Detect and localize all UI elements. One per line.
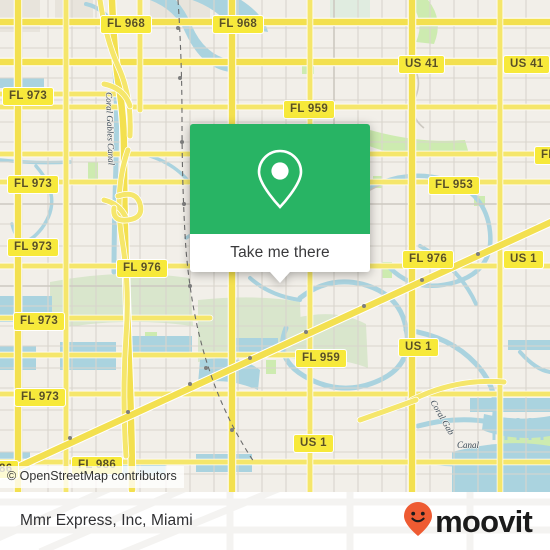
- place-popup-card[interactable]: Take me there: [190, 124, 370, 283]
- osm-attribution[interactable]: © OpenStreetMap contributors: [0, 466, 184, 488]
- road-shield: US 1: [398, 338, 439, 357]
- road-shield: FL 953: [428, 176, 481, 195]
- road-shield: FL 976: [402, 250, 455, 269]
- road-shield: FL 968: [212, 15, 265, 34]
- take-me-there-label: Take me there: [230, 244, 330, 261]
- moovit-wordmark: moovit: [435, 503, 533, 539]
- place-title-text: Mmr Express, Inc, Miami: [20, 512, 193, 529]
- popup-action-area[interactable]: Take me there: [190, 234, 370, 272]
- road-shield: US 1: [293, 434, 334, 453]
- map-screenshot: .mi { stroke:#d9d5cd; stroke-width:1.1; …: [0, 0, 550, 550]
- road-shield: FL 973: [2, 87, 55, 106]
- road-shield: FL 973: [7, 175, 60, 194]
- footer-bar: Mmr Express, Inc, Miami moovit: [0, 492, 550, 550]
- road-shield: FL 968: [100, 15, 153, 34]
- road-shield: FL 976: [116, 259, 169, 278]
- road-shield: FL 959: [283, 100, 336, 119]
- popup-pointer-tail: [270, 272, 290, 283]
- road-shield: FL 973: [13, 312, 66, 331]
- map-canvas[interactable]: .mi { stroke:#d9d5cd; stroke-width:1.1; …: [0, 0, 550, 492]
- road-shield: FL: [534, 146, 550, 165]
- map-pin-icon: [254, 147, 306, 211]
- road-shield: US 41: [398, 55, 446, 74]
- moovit-smiley-pin-icon: [403, 501, 433, 542]
- road-shield: FL 973: [7, 238, 60, 257]
- road-shield: US 41: [503, 55, 550, 74]
- place-title: Mmr Express, Inc, Miami: [20, 492, 193, 550]
- road-shield: FL 959: [295, 349, 348, 368]
- water-label: Canal: [457, 440, 480, 450]
- road-shield: US 1: [503, 250, 544, 269]
- popup-image-area: [190, 124, 370, 234]
- moovit-brand[interactable]: moovit: [403, 492, 533, 550]
- road-shield: FL 973: [14, 388, 67, 407]
